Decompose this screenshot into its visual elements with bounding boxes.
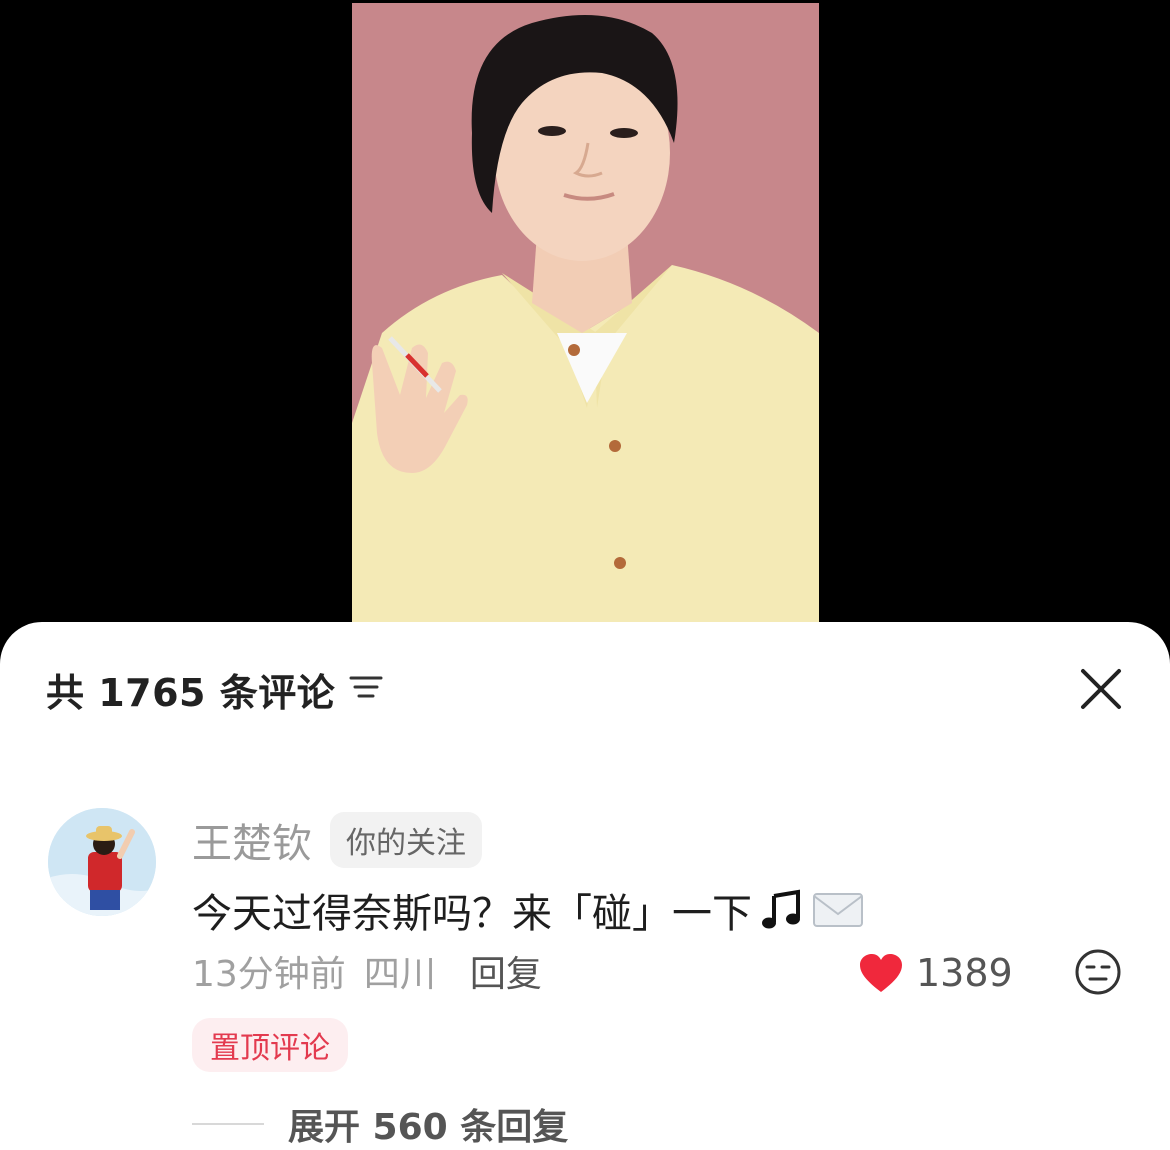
app-screen: 共 1765 条评论 王楚钦 你的关注 今天过得奈斯吗？来「碰」一下 13分钟前… — [0, 0, 1170, 1150]
filter-lines-icon[interactable] — [349, 674, 383, 704]
neutral-face-icon — [1075, 949, 1121, 995]
expand-replies-label: 展开 560 条回复 — [288, 1107, 569, 1148]
comment-meta-row: 13分钟前 四川 回复 — [192, 945, 542, 997]
video-frame-image — [352, 3, 819, 643]
expand-replies-button[interactable]: 展开 560 条回复 — [192, 1098, 568, 1150]
comment-sheet-header: 共 1765 条评论 — [46, 664, 383, 715]
close-x-icon — [1081, 669, 1121, 709]
avatar-straw-hat-character-icon — [48, 808, 156, 916]
following-badge: 你的关注 — [330, 812, 482, 868]
pinned-comment-badge: 置顶评论 — [192, 1018, 348, 1072]
heart-icon — [860, 954, 902, 992]
comment-timestamp: 13分钟前 — [192, 954, 346, 995]
close-button[interactable] — [1078, 666, 1124, 712]
video-player[interactable] — [352, 3, 819, 643]
comment-body: 今天过得奈斯吗？来「碰」一下 — [192, 882, 864, 938]
like-button[interactable]: 1389 — [858, 948, 1013, 998]
comment-username[interactable]: 王楚钦 — [192, 811, 312, 869]
envelope-icon — [813, 893, 863, 927]
comment-text: 今天过得奈斯吗？来「碰」一下 — [192, 891, 752, 937]
like-count: 1389 — [916, 951, 1013, 995]
expand-divider — [192, 1123, 264, 1125]
music-note-icon — [762, 889, 800, 929]
avatar[interactable] — [48, 808, 156, 916]
comment-count-title: 共 1765 条评论 — [46, 670, 336, 715]
comment-author-row: 王楚钦 你的关注 — [192, 812, 482, 868]
reply-button[interactable]: 回复 — [470, 945, 542, 997]
comment-sheet: 共 1765 条评论 王楚钦 你的关注 今天过得奈斯吗？来「碰」一下 13分钟前… — [0, 622, 1170, 1150]
comment-location: 四川 — [363, 954, 436, 995]
reaction-face-button[interactable] — [1074, 948, 1122, 996]
